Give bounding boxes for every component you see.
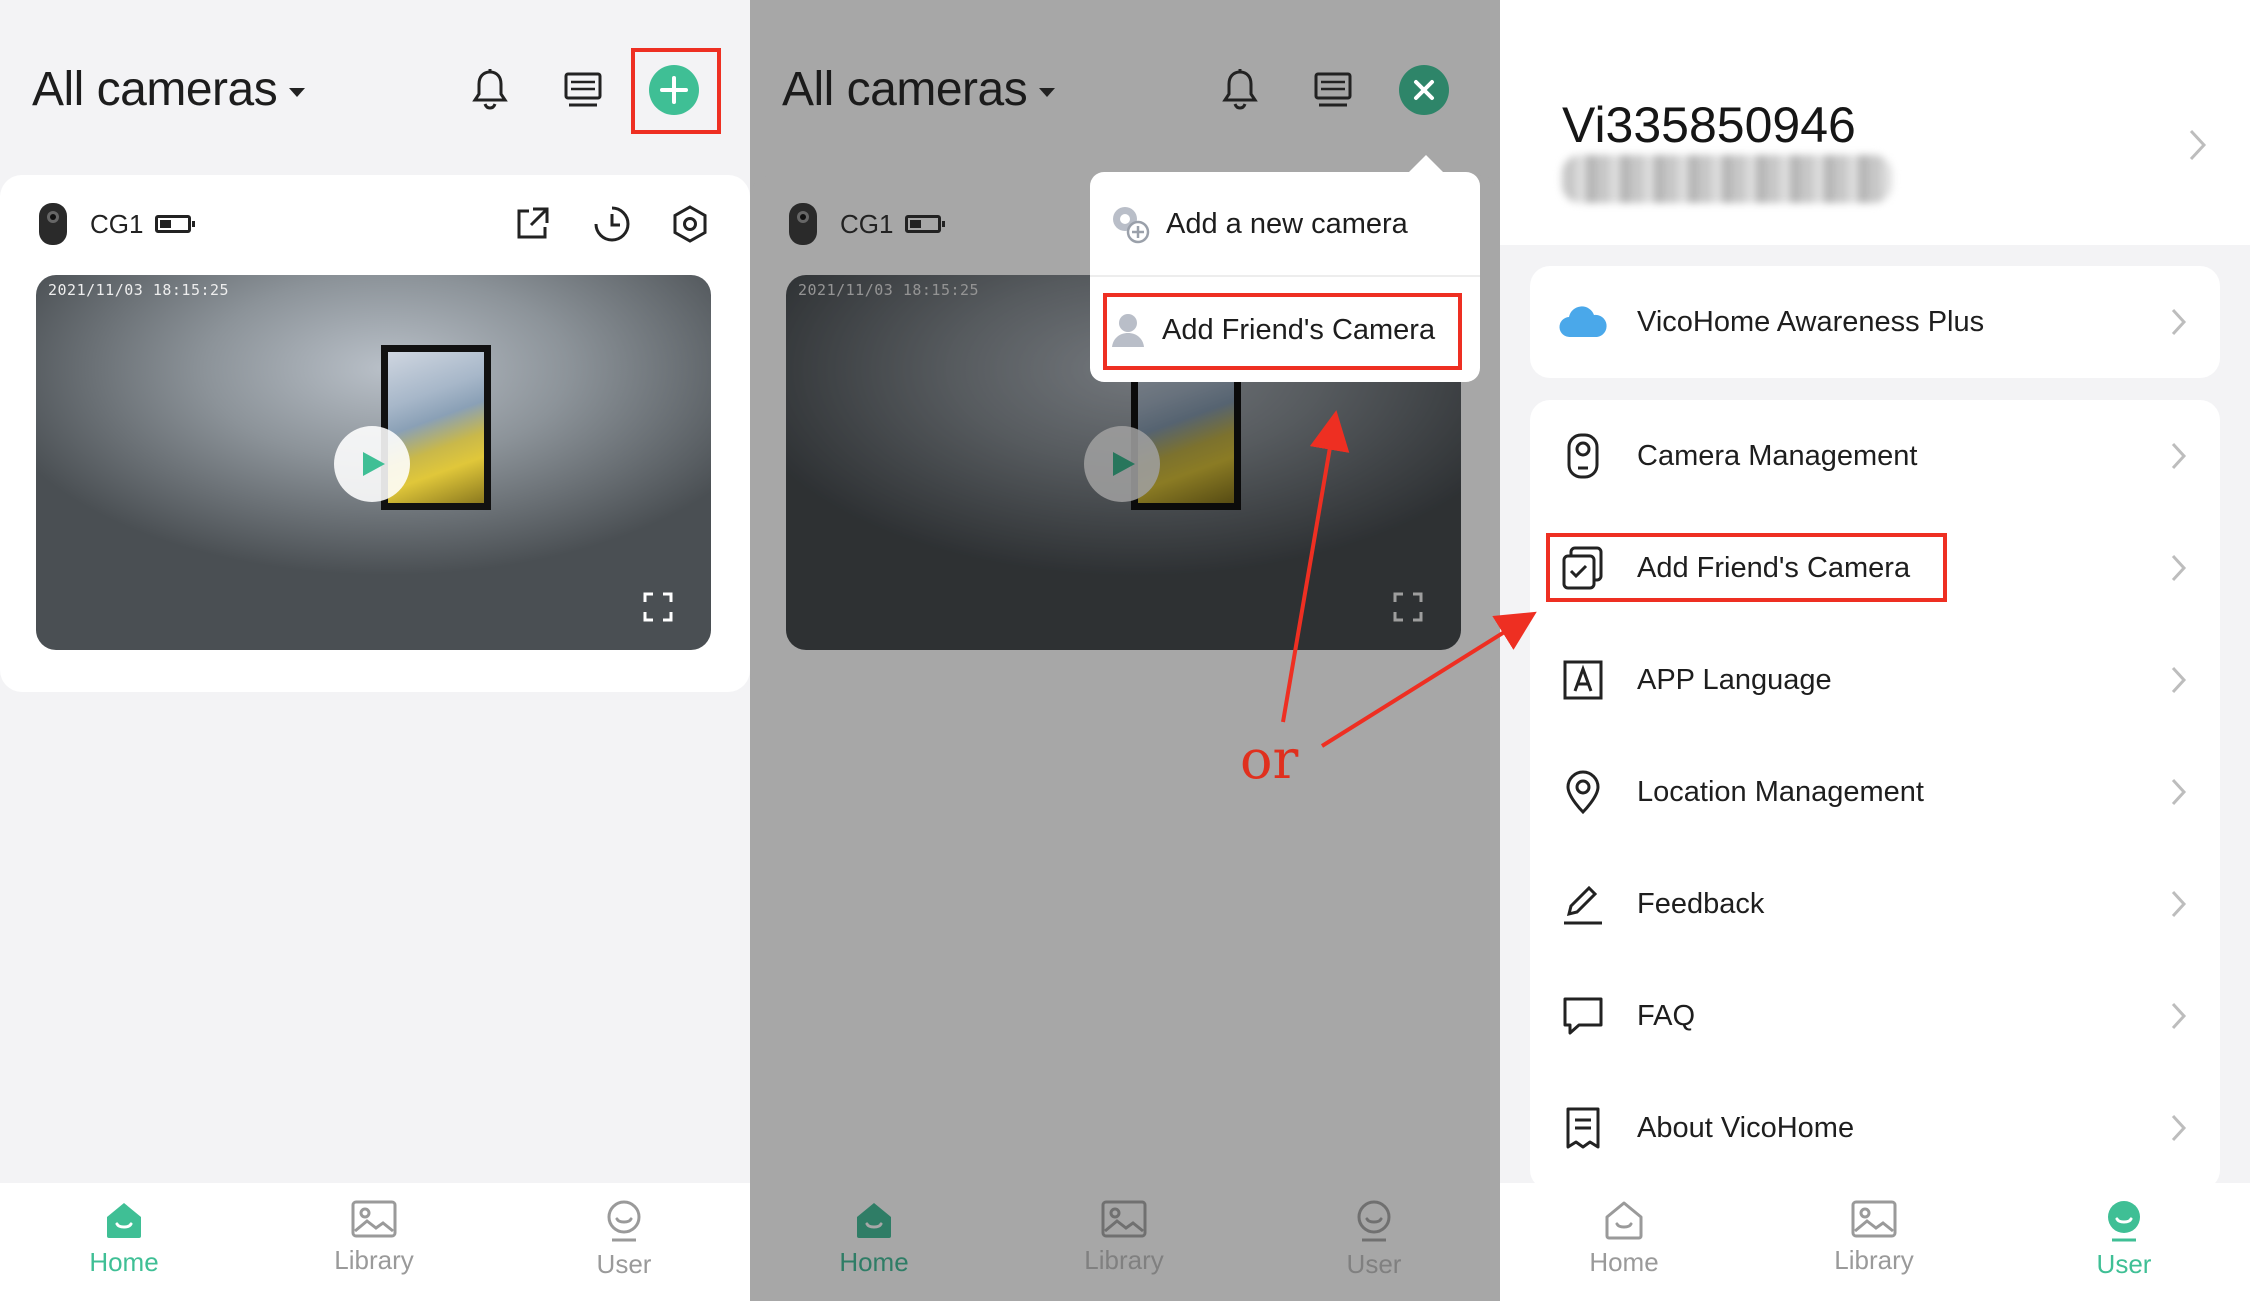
arrow-to-user-menu bbox=[1320, 611, 1537, 748]
arrow-to-popup bbox=[1281, 410, 1350, 723]
annotation-or: or bbox=[1240, 728, 1299, 791]
annotation-arrows bbox=[1281, 410, 1537, 748]
screenshot-stage: All cameras CG1 2021/11/03 18:15:25 Home… bbox=[0, 0, 2250, 1301]
